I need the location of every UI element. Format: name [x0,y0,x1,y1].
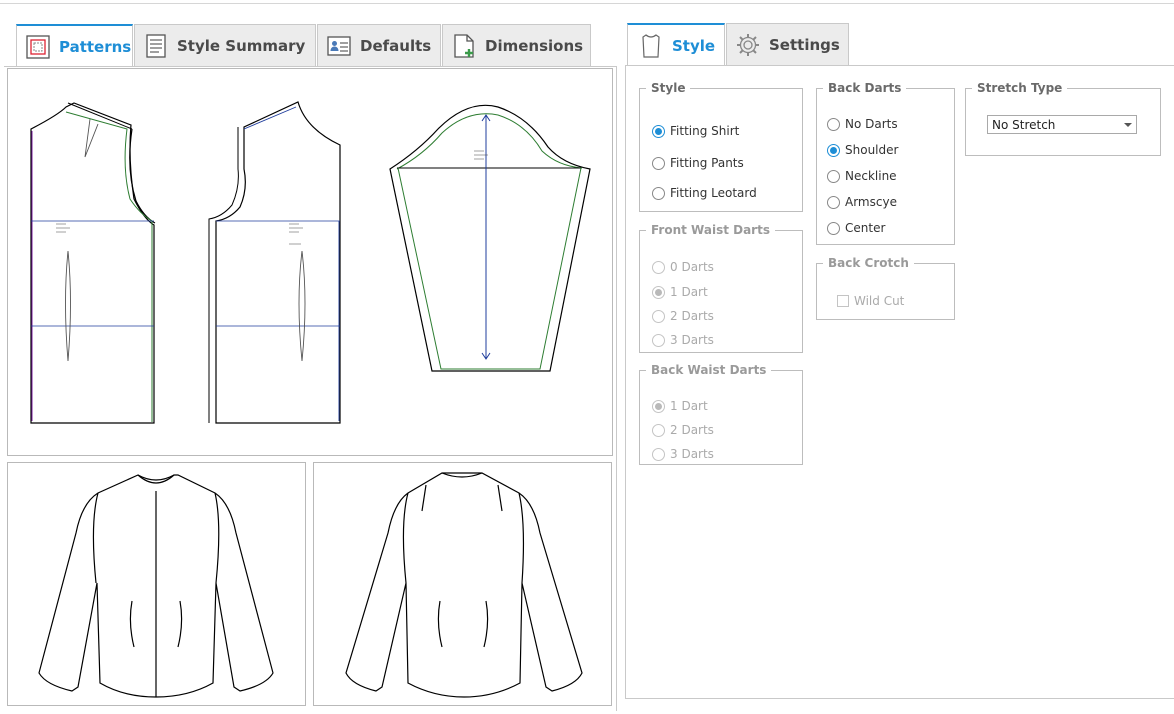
option-label: Center [845,221,886,235]
style-settings-panel: Style Fitting Shirt Fitting Pants Fittin… [625,65,1174,699]
stretch-type-value: No Stretch [992,118,1056,132]
tab-defaults[interactable]: Defaults [317,24,441,66]
option-label: Neckline [845,169,897,183]
tab-dimensions[interactable]: Dimensions [442,24,591,66]
radio-button[interactable] [827,143,840,157]
tab-patterns[interactable]: Patterns [16,24,133,67]
dimensions-icon [454,33,474,58]
defaults-icon [327,35,351,56]
right-tab-bar: Style Settings [627,23,1174,66]
radio-button[interactable] [827,169,840,183]
tab-dimensions-label: Dimensions [485,36,584,55]
back-darts-option-center[interactable]: Center [827,221,885,235]
back-crotch-group: Back Crotch Wild Cut [816,256,955,320]
front-darts-option-1[interactable]: 1 Dart [652,285,708,299]
back-crotch-legend: Back Crotch [828,256,909,270]
chevron-down-icon [1124,123,1132,127]
front-darts-option-3[interactable]: 3 Darts [652,333,714,347]
stretch-type-select[interactable]: No Stretch [987,115,1137,134]
wild-cut-checkbox-row[interactable]: Wild Cut [837,294,904,308]
back-darts-option-shoulder[interactable]: Shoulder [827,143,898,157]
radio-button[interactable] [652,309,665,323]
radio-button[interactable] [827,117,840,131]
wild-cut-label: Wild Cut [854,294,905,308]
front-waist-darts-group: Front Waist Darts 0 Darts 1 Dart 2 Darts… [639,223,803,353]
back-darts-option-neckline[interactable]: Neckline [827,169,897,183]
radio-button[interactable] [827,221,840,235]
back-waist-darts-option-2[interactable]: 2 Darts [652,423,714,437]
stretch-type-legend: Stretch Type [977,81,1063,95]
tab-style-label: Style [672,36,716,55]
shirt-icon [642,33,660,58]
radio-button[interactable] [827,195,840,209]
radio-button[interactable] [652,186,665,200]
front-darts-option-0[interactable]: 0 Darts [652,260,714,274]
option-label: 0 Darts [670,260,714,274]
style-option-fitting-shirt[interactable]: Fitting Shirt [652,124,739,138]
tab-style[interactable]: Style [627,23,725,66]
radio-button[interactable] [652,260,665,274]
tab-settings[interactable]: Settings [726,23,849,65]
back-darts-option-armscye[interactable]: Armscye [827,195,897,209]
style-summary-icon [146,33,166,58]
tab-style-summary[interactable]: Style Summary [134,24,316,66]
radio-button[interactable] [652,333,665,347]
style-group: Style Fitting Shirt Fitting Pants Fittin… [639,81,803,212]
option-label: No Darts [845,117,898,131]
radio-button[interactable] [652,447,665,461]
option-label: 1 Dart [670,399,708,413]
back-waist-darts-option-1[interactable]: 1 Dart [652,399,708,413]
patterns-icon [26,34,50,59]
option-label: Shoulder [845,143,899,157]
tab-patterns-label: Patterns [59,37,132,56]
option-label: 3 Darts [670,333,714,347]
back-darts-legend: Back Darts [828,81,902,95]
radio-button[interactable] [652,156,665,170]
front-waist-darts-legend: Front Waist Darts [651,223,770,237]
option-label: Fitting Leotard [670,186,757,200]
back-darts-group: Back Darts No Darts Shoulder Neckline Ar… [816,81,955,245]
option-label: Fitting Shirt [670,124,740,138]
back-waist-darts-legend: Back Waist Darts [651,363,767,377]
option-label: 1 Dart [670,285,708,299]
radio-button[interactable] [652,399,665,413]
radio-button[interactable] [652,124,665,138]
option-label: Fitting Pants [670,156,744,170]
option-label: 3 Darts [670,447,714,461]
option-label: 2 Darts [670,309,714,323]
option-label: 2 Darts [670,423,714,437]
style-option-fitting-pants[interactable]: Fitting Pants [652,156,744,170]
left-tab-bar: Patterns Style Summary Defaults Dimensio… [4,24,617,67]
tab-settings-label: Settings [769,35,840,54]
gear-icon [737,33,759,56]
style-group-legend: Style [651,81,686,95]
option-label: Armscye [845,195,897,209]
stretch-type-group: Stretch Type No Stretch [965,81,1161,156]
front-darts-option-2[interactable]: 2 Darts [652,309,714,323]
top-divider [0,3,1174,4]
tab-style-summary-label: Style Summary [177,36,306,55]
back-waist-darts-option-3[interactable]: 3 Darts [652,447,714,461]
style-option-fitting-leotard[interactable]: Fitting Leotard [652,186,757,200]
radio-button[interactable] [652,285,665,299]
left-panel-border [4,66,617,711]
back-waist-darts-group: Back Waist Darts 1 Dart 2 Darts 3 Darts [639,363,803,465]
wild-cut-checkbox[interactable] [837,295,849,307]
tab-defaults-label: Defaults [360,36,432,55]
back-darts-option-no-darts[interactable]: No Darts [827,117,898,131]
radio-button[interactable] [652,423,665,437]
